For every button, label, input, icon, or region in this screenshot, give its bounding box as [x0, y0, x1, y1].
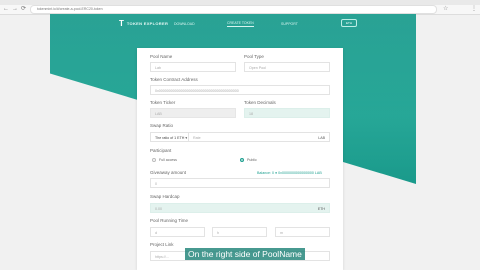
running-time-days-placeholder: d — [155, 231, 157, 235]
token-contract-value: 0x00000000000000000000000000000000000000… — [155, 89, 239, 93]
site-header: T TOKEN EXPLORER DOWNLOAD CREATE TOKEN S… — [119, 20, 359, 28]
network-badge[interactable]: ETH — [341, 19, 357, 27]
swap-ratio-unit: LAB — [318, 136, 325, 140]
browser-nav: ← → ⟳ — [3, 5, 26, 13]
token-contract-label: Token Contract Address — [150, 77, 198, 82]
back-icon[interactable]: ← — [3, 5, 9, 13]
address-bar[interactable]: tokenmint.io/#/create-a-pool-ERC20-token — [30, 5, 437, 14]
swap-hardcap-input[interactable]: 0.00 ETH — [150, 203, 330, 213]
participant-option-public-label: Public — [247, 158, 257, 162]
project-link-label: Project Link — [150, 242, 174, 247]
swap-ratio-input[interactable]: The ratio of 1 ETH ▾ Rate LAB — [150, 132, 330, 142]
token-contract-input[interactable]: 0x00000000000000000000000000000000000000… — [150, 85, 330, 95]
running-time-days-input[interactable]: d — [150, 227, 205, 237]
token-decimals-label: Token Decimals — [244, 100, 276, 105]
create-pool-form: Pool Name Lab Pool Type Open Pool Token … — [137, 48, 343, 270]
nav-link-create-token[interactable]: CREATE TOKEN — [227, 20, 254, 27]
pool-type-select[interactable]: Open Pool — [244, 62, 330, 72]
forward-icon[interactable]: → — [12, 5, 18, 13]
reload-icon[interactable]: ⟳ — [21, 5, 26, 13]
running-time-hours-placeholder: h — [217, 231, 219, 235]
participant-label: Participant — [150, 148, 172, 153]
giveaway-input[interactable]: 0 — [150, 178, 330, 188]
running-time-hours-input[interactable]: h — [212, 227, 267, 237]
site-logo[interactable]: T TOKEN EXPLORER — [119, 20, 168, 28]
giveaway-label: Giveaway amount — [150, 170, 187, 175]
pool-name-label: Pool Name — [150, 54, 173, 59]
token-decimals-value: 18 — [249, 112, 253, 116]
pool-name-value: Lab — [155, 66, 161, 70]
logo-text: TOKEN EXPLORER — [126, 21, 169, 26]
logo-icon: T — [119, 19, 124, 28]
star-icon[interactable]: ☆ — [443, 5, 448, 13]
pool-name-input[interactable]: Lab — [150, 62, 236, 72]
swap-hardcap-label: Swap Hardcap — [150, 194, 180, 199]
video-caption: On the right side of PoolName — [185, 248, 305, 260]
swap-ratio-rate: Rate — [193, 136, 201, 140]
token-ticker-value: LAB — [155, 112, 162, 116]
url-text: tokenmint.io/#/create-a-pool-ERC20-token — [37, 7, 103, 11]
token-decimals-input: 18 — [244, 108, 330, 118]
pool-running-time-label: Pool Running Time — [150, 218, 189, 223]
swap-ratio-label: Swap Ratio — [150, 123, 174, 128]
nav-link-support[interactable]: SUPPORT — [281, 20, 298, 28]
giveaway-value: 0 — [155, 182, 157, 186]
menu-icon[interactable]: ⋮ — [471, 5, 477, 13]
nav-link-download[interactable]: DOWNLOAD — [174, 20, 195, 28]
participant-option-full-radio[interactable] — [152, 158, 156, 162]
swap-ratio-prefix[interactable]: The ratio of 1 ETH ▾ — [155, 133, 187, 143]
running-time-minutes-placeholder: m — [280, 231, 283, 235]
swap-hardcap-value: 0.00 — [155, 207, 162, 211]
browser-toolbar: ← → ⟳ tokenmint.io/#/create-a-pool-ERC20… — [0, 0, 480, 15]
swap-hardcap-unit: ETH — [317, 207, 325, 211]
participant-option-full-label: Full access — [159, 158, 177, 162]
participant-option-public-radio[interactable] — [240, 158, 244, 162]
balance-link[interactable]: Balance: 0 ● 0x0000000000000000 LAB — [257, 170, 322, 176]
pool-type-value: Open Pool — [249, 66, 266, 70]
token-ticker-input: LAB — [150, 108, 236, 118]
pool-type-label: Pool Type — [244, 54, 264, 59]
project-link-placeholder: https://... — [155, 255, 169, 259]
swap-ratio-divider — [188, 133, 189, 141]
token-ticker-label: Token Ticker — [150, 100, 176, 105]
running-time-minutes-input[interactable]: m — [275, 227, 330, 237]
